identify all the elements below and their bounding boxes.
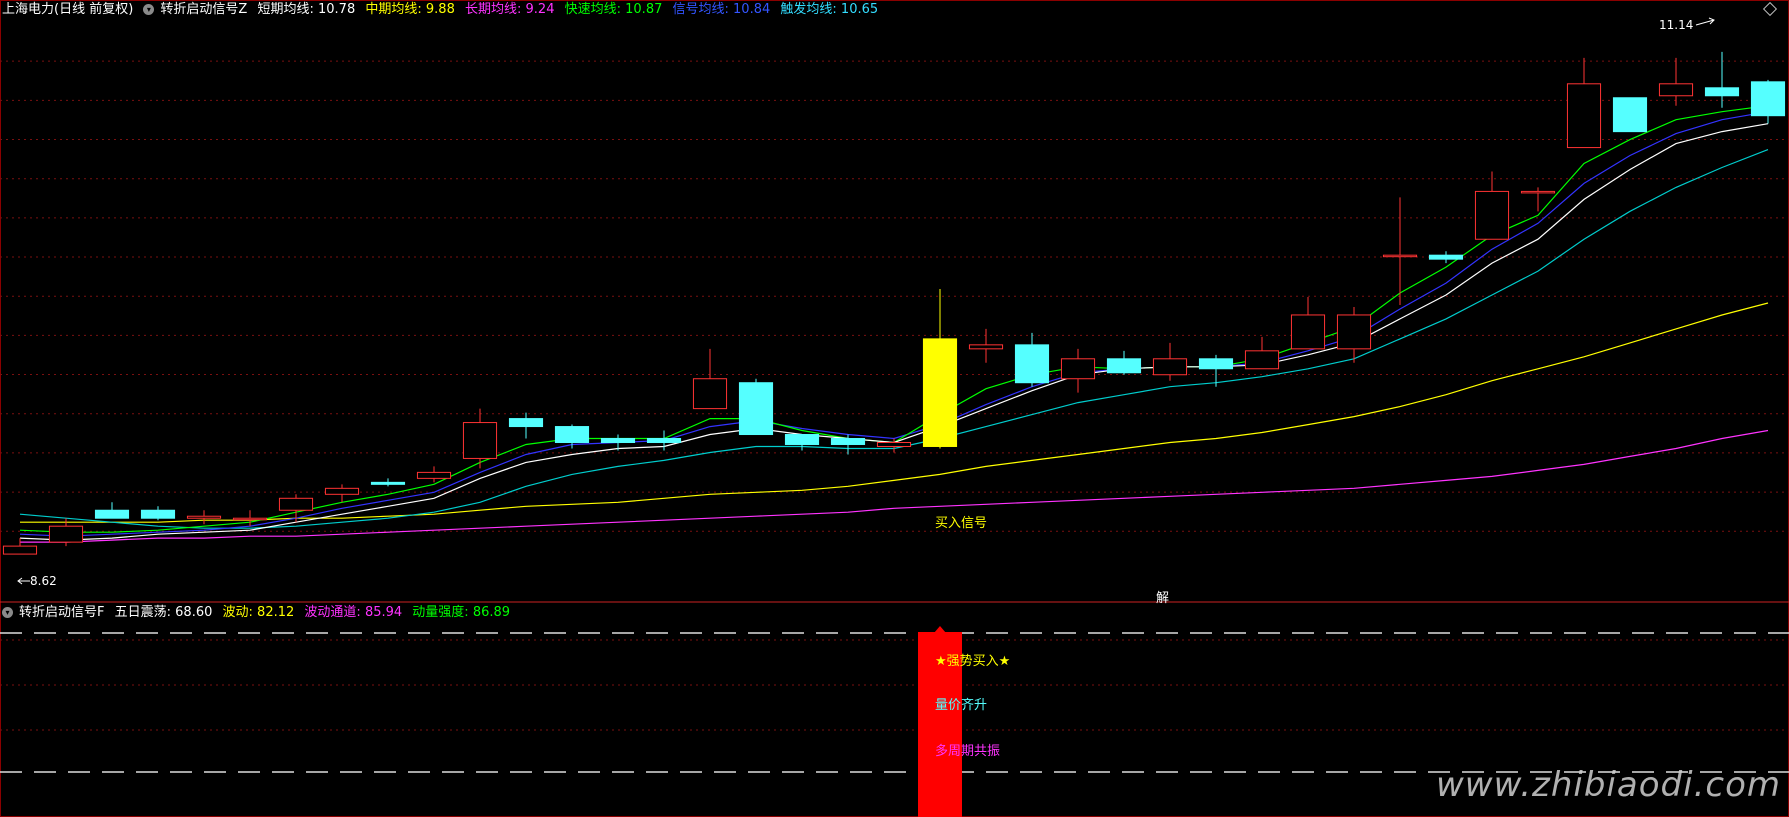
candle-body bbox=[94, 509, 130, 519]
main-header: 上海电力(日线 前复权) ▾ 转折启动信号Z 短期均线: 10.78 中期均线: … bbox=[2, 0, 884, 20]
candle-body bbox=[1612, 97, 1648, 133]
candle-body bbox=[1750, 81, 1786, 117]
kline-chart bbox=[0, 0, 1789, 817]
mid-ma-line bbox=[20, 302, 1769, 523]
candle-body bbox=[1336, 314, 1372, 350]
signal-ma-line bbox=[19, 111, 1769, 537]
candle-body bbox=[2, 545, 38, 555]
candle-body bbox=[1520, 190, 1556, 194]
candle-body bbox=[830, 438, 866, 445]
candles-group bbox=[2, 51, 1786, 555]
price-grid bbox=[0, 0, 1789, 817]
candle-body bbox=[1198, 358, 1234, 370]
candle-body bbox=[1106, 358, 1142, 374]
td-readout: 波动通道: 85.94 bbox=[304, 605, 403, 620]
candle-body bbox=[1014, 344, 1050, 384]
candle-body bbox=[922, 338, 958, 447]
trigger-ma-readout: 触发均线: 10.65 bbox=[780, 2, 879, 17]
watermark: www.zhibiaodi.com bbox=[1435, 765, 1781, 805]
moving-averages bbox=[19, 105, 1769, 543]
dl-readout: 动量强度: 86.89 bbox=[412, 605, 511, 620]
candle-body bbox=[140, 509, 176, 519]
candle-body bbox=[1382, 254, 1418, 258]
buy-arrow-icon bbox=[934, 626, 946, 633]
candle-body bbox=[1290, 314, 1326, 350]
candle-body bbox=[738, 382, 774, 436]
long-ma-readout: 长期均线: 9.24 bbox=[464, 2, 555, 17]
sub-header: ▾ 转折启动信号F 五日震荡: 68.60 波动: 82.12 波动通道: 85.… bbox=[2, 603, 516, 623]
sub-indicator-name[interactable]: 转折启动信号F bbox=[19, 605, 104, 620]
indicator-name[interactable]: 转折启动信号Z bbox=[160, 2, 247, 17]
sub-indicator-menu-icon[interactable]: ▾ bbox=[2, 607, 13, 618]
candle-body bbox=[416, 471, 452, 479]
candle-body bbox=[186, 515, 222, 519]
buy-signal-label: 买入信号 bbox=[935, 516, 988, 531]
candle-body bbox=[646, 438, 682, 443]
candle-body bbox=[462, 422, 498, 459]
zd-readout: 五日震荡: 68.60 bbox=[114, 605, 213, 620]
strong-buy-label: ★强势买入★ bbox=[935, 654, 1011, 669]
candle-body bbox=[232, 517, 268, 521]
candle-body bbox=[1060, 358, 1096, 380]
bd-readout: 波动: 82.12 bbox=[222, 605, 295, 620]
candle-body bbox=[968, 344, 1004, 350]
candle-body bbox=[554, 426, 590, 443]
jie-label: 解 bbox=[1156, 591, 1170, 606]
chart-frame bbox=[0, 0, 1789, 817]
low-price-label: 8.62 bbox=[30, 574, 57, 588]
high-price-label: 11.14 bbox=[1659, 18, 1694, 32]
indicator-menu-icon[interactable]: ▾ bbox=[143, 4, 155, 15]
candle-body bbox=[1566, 83, 1602, 149]
candle-body bbox=[1428, 254, 1464, 260]
candle-body bbox=[692, 378, 728, 410]
mid-ma-readout: 中期均线: 9.88 bbox=[365, 2, 455, 17]
candle-body bbox=[508, 418, 544, 428]
annotations bbox=[17, 17, 1715, 585]
candle-body bbox=[784, 434, 820, 445]
candle-body bbox=[48, 525, 84, 543]
fast-ma-readout: 快速均线: 10.87 bbox=[564, 2, 663, 17]
candle-body bbox=[324, 487, 360, 495]
candle-body bbox=[1244, 350, 1280, 370]
short-ma-line bbox=[19, 123, 1769, 541]
candle-body bbox=[278, 497, 314, 511]
candle-body bbox=[876, 441, 912, 447]
vol-price-label: 量价齐升 bbox=[935, 698, 988, 713]
candle-body bbox=[600, 438, 636, 443]
stock-title[interactable]: 上海电力(日线 前复权) bbox=[2, 2, 133, 17]
candle-body bbox=[370, 481, 406, 485]
candle-body bbox=[1152, 358, 1188, 376]
candle-body bbox=[1474, 190, 1510, 240]
candle-body bbox=[1704, 87, 1740, 97]
fast-ma-line bbox=[19, 105, 1769, 533]
signal-ma-readout: 信号均线: 10.84 bbox=[672, 2, 771, 17]
short-ma-readout: 短期均线: 10.78 bbox=[257, 2, 356, 17]
candle-body bbox=[1658, 83, 1694, 97]
multi-cycle-label: 多周期共振 bbox=[935, 744, 1001, 759]
